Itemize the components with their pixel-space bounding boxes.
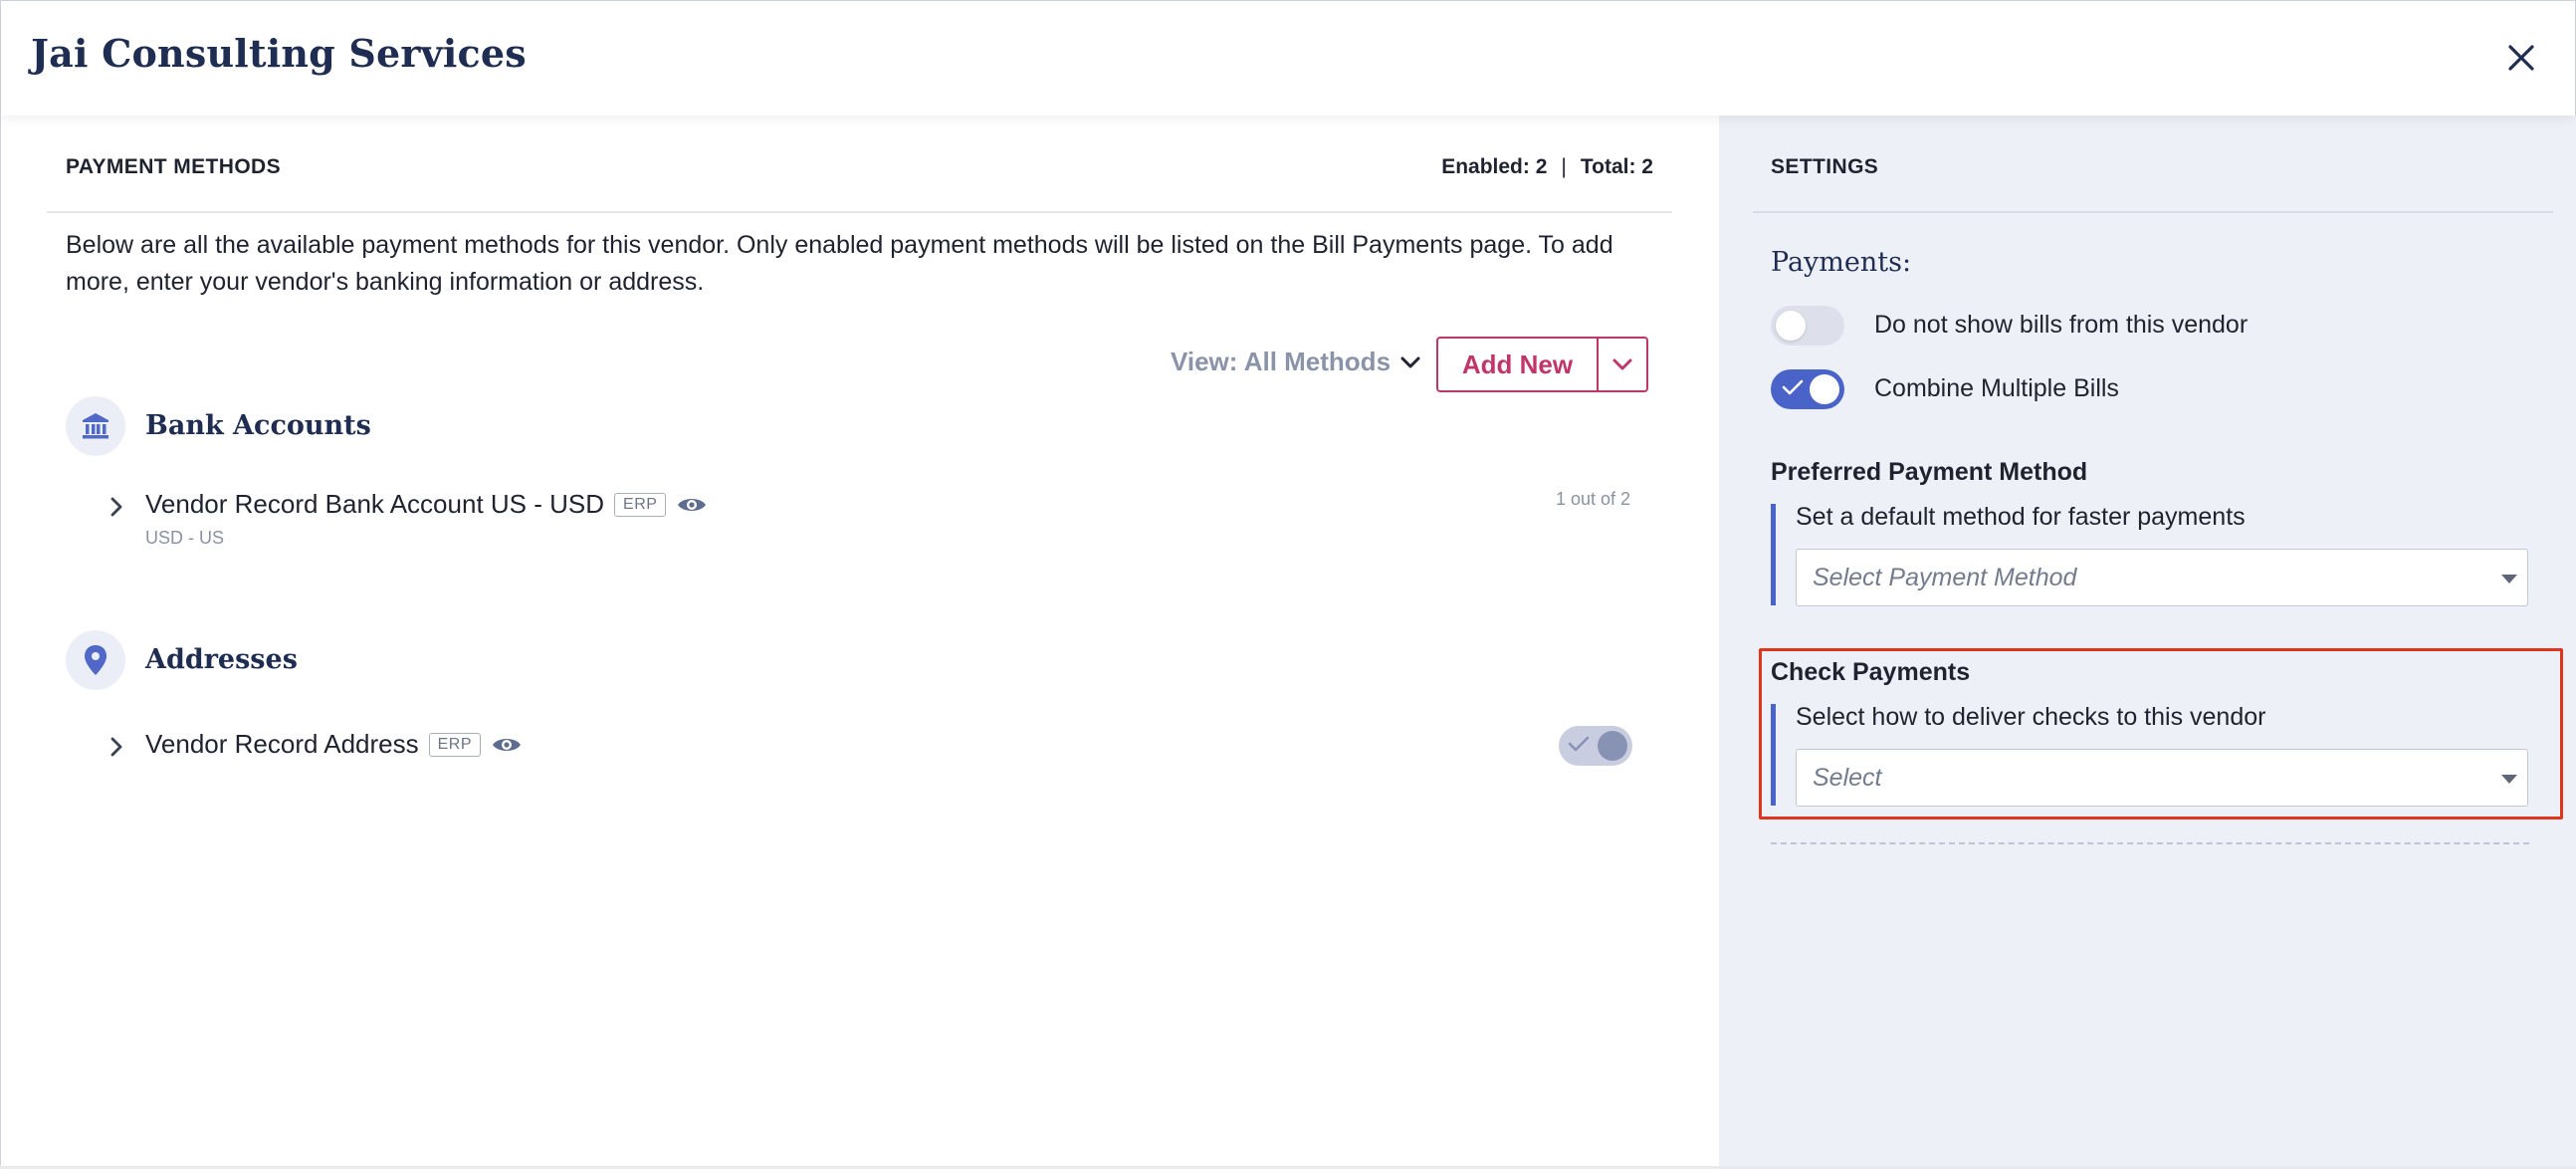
settings-title: SETTINGS [1771,155,1879,178]
hide-bills-toggle[interactable] [1771,306,1844,346]
vendor-modal: Jai Consulting Services PAYMENT METHODS … [0,0,2576,1166]
eye-icon[interactable] [491,734,523,756]
bank-account-count: 1 out of 2 [1556,489,1631,509]
modal-header: Jai Consulting Services [1,1,2575,116]
bank-account-currency: USD - US [145,528,225,548]
check-icon [1568,736,1590,752]
check-payments-label: Check Payments [1771,658,1971,686]
check-payments-accent-bar [1771,704,1776,806]
check-payments-select[interactable]: Select [1796,749,2528,807]
expand-bank-account-chevron[interactable] [105,495,128,519]
payment-methods-description: Below are all the available payment meth… [66,231,1613,296]
address-name: Vendor Record Address [145,729,419,759]
chevron-right-icon [110,497,122,517]
enabled-count: Enabled: 2 [1441,155,1548,178]
payments-label: Payments: [1771,247,1912,278]
eye-icon[interactable] [676,494,708,516]
erp-badge: ERP [428,732,482,757]
close-icon [2508,45,2534,71]
preferred-method-placeholder: Select Payment Method [1813,564,2077,591]
add-new-label: Add New [1461,349,1574,379]
preferred-method-select[interactable]: Select Payment Method [1796,549,2528,606]
chevron-down-icon [1400,356,1420,367]
caret-down-icon [2501,775,2517,784]
combine-bills-toggle[interactable] [1771,369,1844,409]
bank-icon [66,396,125,456]
caret-down-icon [2501,575,2517,584]
toggle-knob [1776,311,1806,341]
count-separator: | [1561,155,1567,178]
chevron-down-icon [1612,358,1632,370]
toggle-knob [1810,374,1839,404]
add-new-button[interactable]: Add New [1436,337,1599,392]
close-button[interactable] [2497,34,2545,82]
check-payments-placeholder: Select [1813,764,1882,792]
bank-accounts-title: Bank Accounts [145,410,371,441]
address-row[interactable]: Vendor Record Address ERP [145,729,523,760]
check-icon [1782,379,1804,395]
location-pin-icon [66,630,125,690]
preferred-method-label: Preferred Payment Method [1771,458,2088,486]
payment-methods-header [47,153,1672,213]
preferred-method-help: Set a default method for faster payments [1796,503,2246,531]
view-filter-label: View: All Methods [1171,347,1392,376]
check-payments-help: Select how to deliver checks to this ven… [1796,703,2266,731]
erp-badge: ERP [614,492,667,517]
hide-bills-label: Do not show bills from this vendor [1874,311,2249,339]
payment-method-counts: Enabled: 2 | Total: 2 [1441,155,1653,179]
toggle-knob [1598,731,1627,761]
combine-bills-label: Combine Multiple Bills [1874,374,2119,402]
bank-account-row[interactable]: Vendor Record Bank Account US - USD ERP [145,489,708,520]
settings-panel: SETTINGS Payments: Do not show bills fro… [1719,116,2576,1166]
total-count: Total: 2 [1580,155,1653,178]
add-new-dropdown-button[interactable] [1597,337,1648,392]
preferred-method-accent-bar [1771,504,1776,605]
addresses-title: Addresses [145,644,298,675]
modal-title: Jai Consulting Services [31,31,527,76]
chevron-right-icon [110,737,122,757]
payment-methods-title: PAYMENT METHODS [66,155,282,178]
expand-address-chevron[interactable] [105,735,128,759]
payment-methods-panel: PAYMENT METHODS Enabled: 2 | Total: 2 Belo… [1,116,1719,1166]
bank-account-name: Vendor Record Bank Account US - USD [145,489,605,519]
settings-divider [1771,842,2529,844]
view-filter-dropdown[interactable]: View: All Methods [1171,347,1420,377]
address-enabled-toggle[interactable] [1559,726,1632,766]
